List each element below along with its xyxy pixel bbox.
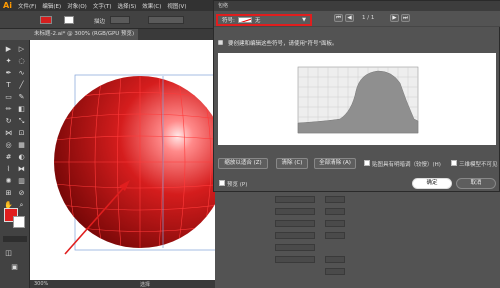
free-transform-icon[interactable]: ⊡ [16, 128, 27, 138]
brush-dropdown[interactable] [148, 16, 184, 24]
ok-button[interactable]: 确定 [412, 178, 452, 189]
width-tool-icon[interactable]: ⋈ [3, 128, 14, 138]
next-page-button[interactable]: ▶ [390, 14, 399, 22]
document-tab[interactable]: 未标题-2.ai* @ 300% (RGB/GPU 预览) [30, 29, 139, 40]
symbol-value: 无 [254, 18, 261, 24]
map-preview-area [218, 53, 496, 145]
scale-to-fit-button[interactable]: 缩放以适合 (Z) [218, 158, 268, 169]
panel-row [275, 256, 315, 263]
sphere-artwork [54, 74, 226, 255]
3d-map-art-dialog: 包络 ⏮ ◀ 1 / 1 ▶ ⏭ 符号: 无 ▼ 要创建和编辑这些符号，请使用"… [213, 0, 500, 192]
mesh-tool-icon[interactable]: # [3, 152, 14, 162]
preview-label: 预览 (P) [227, 182, 248, 188]
menu-edit[interactable]: 编辑(E) [42, 2, 61, 10]
symbol-hint-text: 要创建和编辑这些符号，请使用"符号"面板。 [228, 41, 338, 47]
menu-object[interactable]: 对象(O) [67, 2, 87, 10]
symbol-label: 符号: [222, 18, 235, 24]
panel-row [275, 196, 315, 203]
menu-file[interactable]: 文件(F) [18, 2, 36, 10]
appearance-panel [215, 190, 500, 288]
app-logo: Ai [3, 1, 12, 10]
lasso-icon[interactable]: ◌ [16, 56, 27, 66]
preview-checkbox[interactable] [219, 180, 225, 186]
panel-row [275, 220, 315, 227]
menu-type[interactable]: 文字(T) [93, 2, 112, 10]
pen-tool-icon[interactable]: ✒ [3, 68, 14, 78]
prev-page-button[interactable]: ◀ [345, 14, 354, 22]
dialog-title: 包络 [214, 1, 500, 11]
panel-row [325, 256, 345, 263]
paintbrush-icon[interactable]: ✎ [16, 92, 27, 102]
type-tool-icon[interactable]: T [3, 80, 14, 90]
curvature-icon[interactable]: ∿ [16, 68, 27, 78]
direct-selection-icon[interactable]: ▷ [16, 44, 27, 54]
status-bar: 300% 选择 [30, 280, 215, 288]
panel-row [325, 196, 345, 203]
screen-mode-icon[interactable]: ▣ [9, 262, 20, 272]
scale-icon[interactable]: ⤡ [16, 116, 27, 126]
line-tool-icon[interactable]: ╱ [16, 80, 27, 90]
artboard-tool-icon[interactable]: ⊞ [3, 188, 14, 198]
menu-select[interactable]: 选择(S) [117, 2, 136, 10]
eyedropper-icon[interactable]: ⌇ [3, 164, 14, 174]
symbol-sprayer-icon[interactable]: ✺ [3, 176, 14, 186]
stroke-swatch[interactable] [64, 16, 74, 24]
panel-row [325, 208, 345, 215]
graph-tool-icon[interactable]: ▥ [16, 176, 27, 186]
status-mode: 选择 [140, 282, 151, 288]
menu-effect[interactable]: 效果(C) [142, 2, 161, 10]
rectangle-tool-icon[interactable]: ▭ [3, 92, 14, 102]
zoom-level[interactable]: 300% [34, 281, 48, 287]
slice-tool-icon[interactable]: ⊘ [16, 188, 27, 198]
sphere-unwrap-preview [297, 66, 419, 134]
color-mode-buttons[interactable] [3, 236, 27, 242]
artboard-canvas[interactable] [30, 40, 226, 280]
tools-panel: ▶ ▷ ✦ ◌ ✒ ∿ T ╱ ▭ ✎ ✏ ◧ ↻ ⤡ ⋈ ⊡ ◎ ▦ # ◐ … [0, 40, 30, 288]
clear-button[interactable]: 清除 (C) [276, 158, 308, 169]
pencil-icon[interactable]: ✏ [3, 104, 14, 114]
shade-artwork-label: 贴图具有明暗调（较慢）(H) [372, 162, 441, 168]
panel-row [275, 232, 315, 239]
first-page-button[interactable]: ⏮ [334, 14, 343, 22]
shade-artwork-checkbox[interactable] [364, 160, 370, 166]
blend-icon[interactable]: ⧓ [16, 164, 27, 174]
chevron-down-icon: ▼ [302, 17, 306, 23]
panel-row [275, 208, 315, 215]
info-icon [218, 40, 223, 45]
stroke-label: 描边 [94, 19, 106, 25]
perspective-grid-icon[interactable]: ▦ [16, 140, 27, 150]
gradient-tool-icon[interactable]: ◐ [16, 152, 27, 162]
none-swatch-icon [237, 17, 252, 23]
clear-all-button[interactable]: 全部清除 (A) [314, 158, 356, 169]
draw-mode-icon[interactable]: ◫ [3, 248, 14, 258]
stroke-weight-field[interactable] [110, 16, 130, 24]
fill-swatch[interactable] [40, 16, 52, 24]
panel-row [325, 268, 345, 275]
shape-builder-icon[interactable]: ◎ [3, 140, 14, 150]
symbol-dropdown[interactable]: 符号: 无 ▼ [216, 14, 312, 26]
page-counter: 1 / 1 [362, 15, 375, 21]
cancel-button[interactable]: 取消 [456, 178, 496, 189]
panel-row [275, 244, 315, 251]
last-page-button[interactable]: ⏭ [401, 14, 410, 22]
panel-row [325, 220, 345, 227]
panel-row [325, 232, 345, 239]
magic-wand-icon[interactable]: ✦ [3, 56, 14, 66]
rotate-icon[interactable]: ↻ [3, 116, 14, 126]
stroke-color-box[interactable] [13, 216, 25, 228]
invisible-geometry-label: 三维模型不可见 [459, 162, 498, 168]
menu-view[interactable]: 视图(V) [167, 2, 186, 10]
invisible-geometry-checkbox[interactable] [451, 160, 457, 166]
eraser-icon[interactable]: ◧ [16, 104, 27, 114]
selection-tool-icon[interactable]: ▶ [3, 44, 14, 54]
document-tab-bar: 未标题-2.ai* @ 300% (RGB/GPU 预览) [30, 29, 215, 40]
